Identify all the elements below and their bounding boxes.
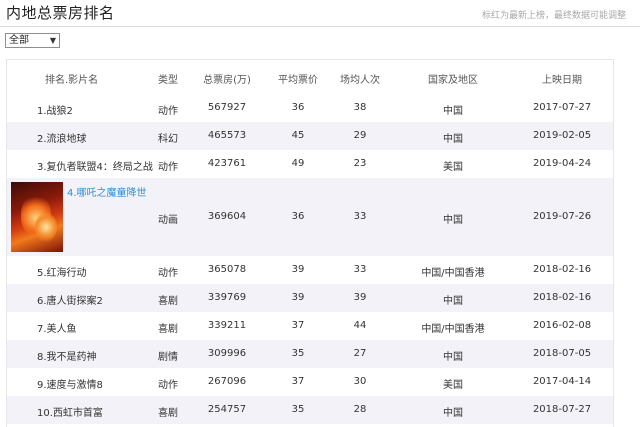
movie-name-link[interactable]: 7.美人鱼 <box>37 320 77 335</box>
column-header-region[interactable]: 国家及地区 <box>403 71 503 86</box>
movie-name-link[interactable]: 1.战狼2 <box>37 102 73 117</box>
movie-audience: 33 <box>353 211 367 222</box>
movie-type: 动画 <box>158 215 178 226</box>
movie-poster-image[interactable] <box>11 182 63 252</box>
movie-release-date: 2018-02-16 <box>532 264 592 275</box>
table-row[interactable]: 3.复仇者联盟4：终局之战 动作 423761 49 23 美国 2019-04… <box>7 150 613 178</box>
movie-name-link[interactable]: 9.速度与激情8 <box>37 376 103 391</box>
movie-gross: 267096 <box>207 376 247 387</box>
movie-type: 喜剧 <box>158 408 178 419</box>
movie-region: 中国/中国香港 <box>421 268 485 279</box>
column-header-audience[interactable]: 场均人次 <box>335 71 385 86</box>
movie-release-date: 2018-07-27 <box>532 404 592 415</box>
box-office-table: 排名.影片名 类型 总票房(万) 平均票价 场均人次 国家及地区 上映日期 1.… <box>6 59 614 427</box>
movie-region: 中国 <box>443 215 463 226</box>
table-header-row: 排名.影片名 类型 总票房(万) 平均票价 场均人次 国家及地区 上映日期 <box>7 60 613 94</box>
movie-region: 中国 <box>443 296 463 307</box>
movie-type: 剧情 <box>158 352 178 363</box>
movie-region: 美国 <box>443 380 463 391</box>
movie-release-date: 2019-07-26 <box>532 211 592 222</box>
column-header-type[interactable]: 类型 <box>147 71 189 86</box>
movie-release-date: 2016-02-08 <box>532 320 592 331</box>
movie-release-date: 2017-04-14 <box>532 376 592 387</box>
movie-release-date: 2019-04-24 <box>532 158 592 169</box>
page-title: 内地总票房排名 <box>6 4 115 22</box>
movie-gross: 339769 <box>207 292 247 303</box>
movie-avg-price: 35 <box>291 348 305 359</box>
movie-name-link[interactable]: 8.我不是药神 <box>37 348 97 363</box>
movie-region: 中国 <box>443 134 463 145</box>
table-row[interactable]: 1.战狼2 动作 567927 36 38 中国 2017-07-27 <box>7 94 613 122</box>
movie-audience: 39 <box>353 292 367 303</box>
movie-gross: 309996 <box>207 348 247 359</box>
movie-release-date: 2018-07-05 <box>532 348 592 359</box>
movie-audience: 30 <box>353 376 367 387</box>
column-header-date[interactable]: 上映日期 <box>527 71 597 86</box>
movie-name-link[interactable]: 2.流浪地球 <box>37 130 87 145</box>
movie-gross: 465573 <box>207 130 247 141</box>
movie-audience: 29 <box>353 130 367 141</box>
movie-region: 中国 <box>443 106 463 117</box>
movie-release-date: 2017-07-27 <box>532 102 592 113</box>
movie-name-link[interactable]: 10.西虹市首富 <box>37 404 103 419</box>
movie-type: 动作 <box>158 162 178 173</box>
movie-release-date: 2018-02-16 <box>532 292 592 303</box>
table-row-featured[interactable]: 4.哪吒之魔童降世 动画 369604 36 33 中国 2019-07-26 <box>7 178 613 256</box>
movie-audience: 33 <box>353 264 367 275</box>
movie-avg-price: 36 <box>291 211 305 222</box>
movie-region: 美国 <box>443 162 463 173</box>
filter-selected-value: 全部 <box>9 35 29 46</box>
movie-audience: 27 <box>353 348 367 359</box>
table-row[interactable]: 10.西虹市首富 喜剧 254757 35 28 中国 2018-07-27 <box>7 396 613 424</box>
movie-avg-price: 36 <box>291 102 305 113</box>
movie-avg-price: 37 <box>291 376 305 387</box>
movie-audience: 38 <box>353 102 367 113</box>
movie-gross: 423761 <box>207 158 247 169</box>
movie-name-link[interactable]: 6.唐人街探案2 <box>37 292 103 307</box>
movie-type: 动作 <box>158 268 178 279</box>
table-row[interactable]: 5.红海行动 动作 365078 39 33 中国/中国香港 2018-02-1… <box>7 256 613 284</box>
table-row[interactable]: 7.美人鱼 喜剧 339211 37 44 中国/中国香港 2016-02-08 <box>7 312 613 340</box>
movie-gross: 254757 <box>207 404 247 415</box>
table-row[interactable]: 6.唐人街探案2 喜剧 339769 39 39 中国 2018-02-16 <box>7 284 613 312</box>
movie-avg-price: 35 <box>291 404 305 415</box>
movie-type: 喜剧 <box>158 324 178 335</box>
column-header-avg-price[interactable]: 平均票价 <box>273 71 323 86</box>
movie-avg-price: 37 <box>291 320 305 331</box>
movie-audience: 44 <box>353 320 367 331</box>
header-note: 标红为最新上榜，最终数据可能调整 <box>481 11 626 21</box>
page-header: 内地总票房排名 标红为最新上榜，最终数据可能调整 <box>0 0 640 27</box>
movie-type: 动作 <box>158 106 178 117</box>
movie-gross: 339211 <box>207 320 247 331</box>
movie-region: 中国 <box>443 408 463 419</box>
movie-gross: 369604 <box>207 211 247 222</box>
movie-name-link[interactable]: 4.哪吒之魔童降世 <box>67 184 147 199</box>
movie-audience: 28 <box>353 404 367 415</box>
table-row[interactable]: 8.我不是药神 剧情 309996 35 27 中国 2018-07-05 <box>7 340 613 368</box>
movie-gross: 365078 <box>207 264 247 275</box>
movie-name-link[interactable]: 3.复仇者联盟4：终局之战 <box>37 158 153 173</box>
movie-region: 中国 <box>443 352 463 363</box>
movie-gross: 567927 <box>207 102 247 113</box>
movie-avg-price: 39 <box>291 264 305 275</box>
column-header-gross[interactable]: 总票房(万) <box>202 71 252 86</box>
movie-avg-price: 39 <box>291 292 305 303</box>
movie-type: 喜剧 <box>158 296 178 307</box>
table-row[interactable]: 9.速度与激情8 动作 267096 37 30 美国 2017-04-14 <box>7 368 613 396</box>
movie-avg-price: 49 <box>291 158 305 169</box>
movie-name-link[interactable]: 5.红海行动 <box>37 264 87 279</box>
poster-flame-shape <box>35 212 57 242</box>
movie-type: 科幻 <box>158 134 178 145</box>
column-header-name[interactable]: 排名.影片名 <box>45 71 115 86</box>
table-row[interactable]: 2.流浪地球 科幻 465573 45 29 中国 2019-02-05 <box>7 122 613 150</box>
movie-avg-price: 45 <box>291 130 305 141</box>
movie-region: 中国/中国香港 <box>421 324 485 335</box>
movie-type: 动作 <box>158 380 178 391</box>
chevron-down-icon: ▼ <box>49 36 56 45</box>
movie-release-date: 2019-02-05 <box>532 130 592 141</box>
category-filter-select[interactable]: 全部 ▼ <box>5 33 60 48</box>
movie-audience: 23 <box>353 158 367 169</box>
